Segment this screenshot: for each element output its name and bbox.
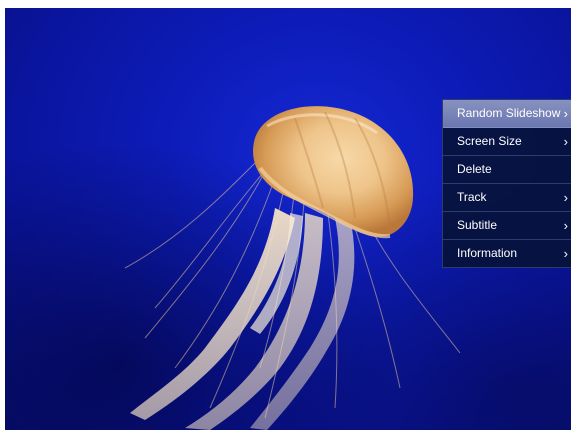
menu-item-label: Subtitle [457, 218, 498, 232]
menu-item-subtitle[interactable]: Subtitle › [443, 212, 571, 240]
menu-item-information[interactable]: Information › [443, 240, 571, 267]
context-menu: Random Slideshow › Screen Size › Delete … [442, 99, 571, 268]
chevron-right-icon: › [563, 246, 568, 261]
menu-item-random-slideshow[interactable]: Random Slideshow › [443, 100, 571, 128]
menu-item-label: Track [457, 190, 487, 204]
menu-item-label: Screen Size [457, 134, 522, 148]
menu-item-label: Information [457, 246, 518, 260]
menu-item-label: Random Slideshow [457, 106, 561, 120]
photo-viewer: Random Slideshow › Screen Size › Delete … [5, 8, 571, 430]
menu-item-screen-size[interactable]: Screen Size › [443, 128, 571, 156]
chevron-right-icon: › [563, 218, 568, 233]
menu-item-delete[interactable]: Delete [443, 156, 571, 184]
menu-item-label: Delete [457, 162, 492, 176]
chevron-right-icon: › [563, 190, 568, 205]
menu-item-track[interactable]: Track › [443, 184, 571, 212]
chevron-right-icon: › [563, 134, 568, 149]
chevron-right-icon: › [563, 106, 568, 121]
